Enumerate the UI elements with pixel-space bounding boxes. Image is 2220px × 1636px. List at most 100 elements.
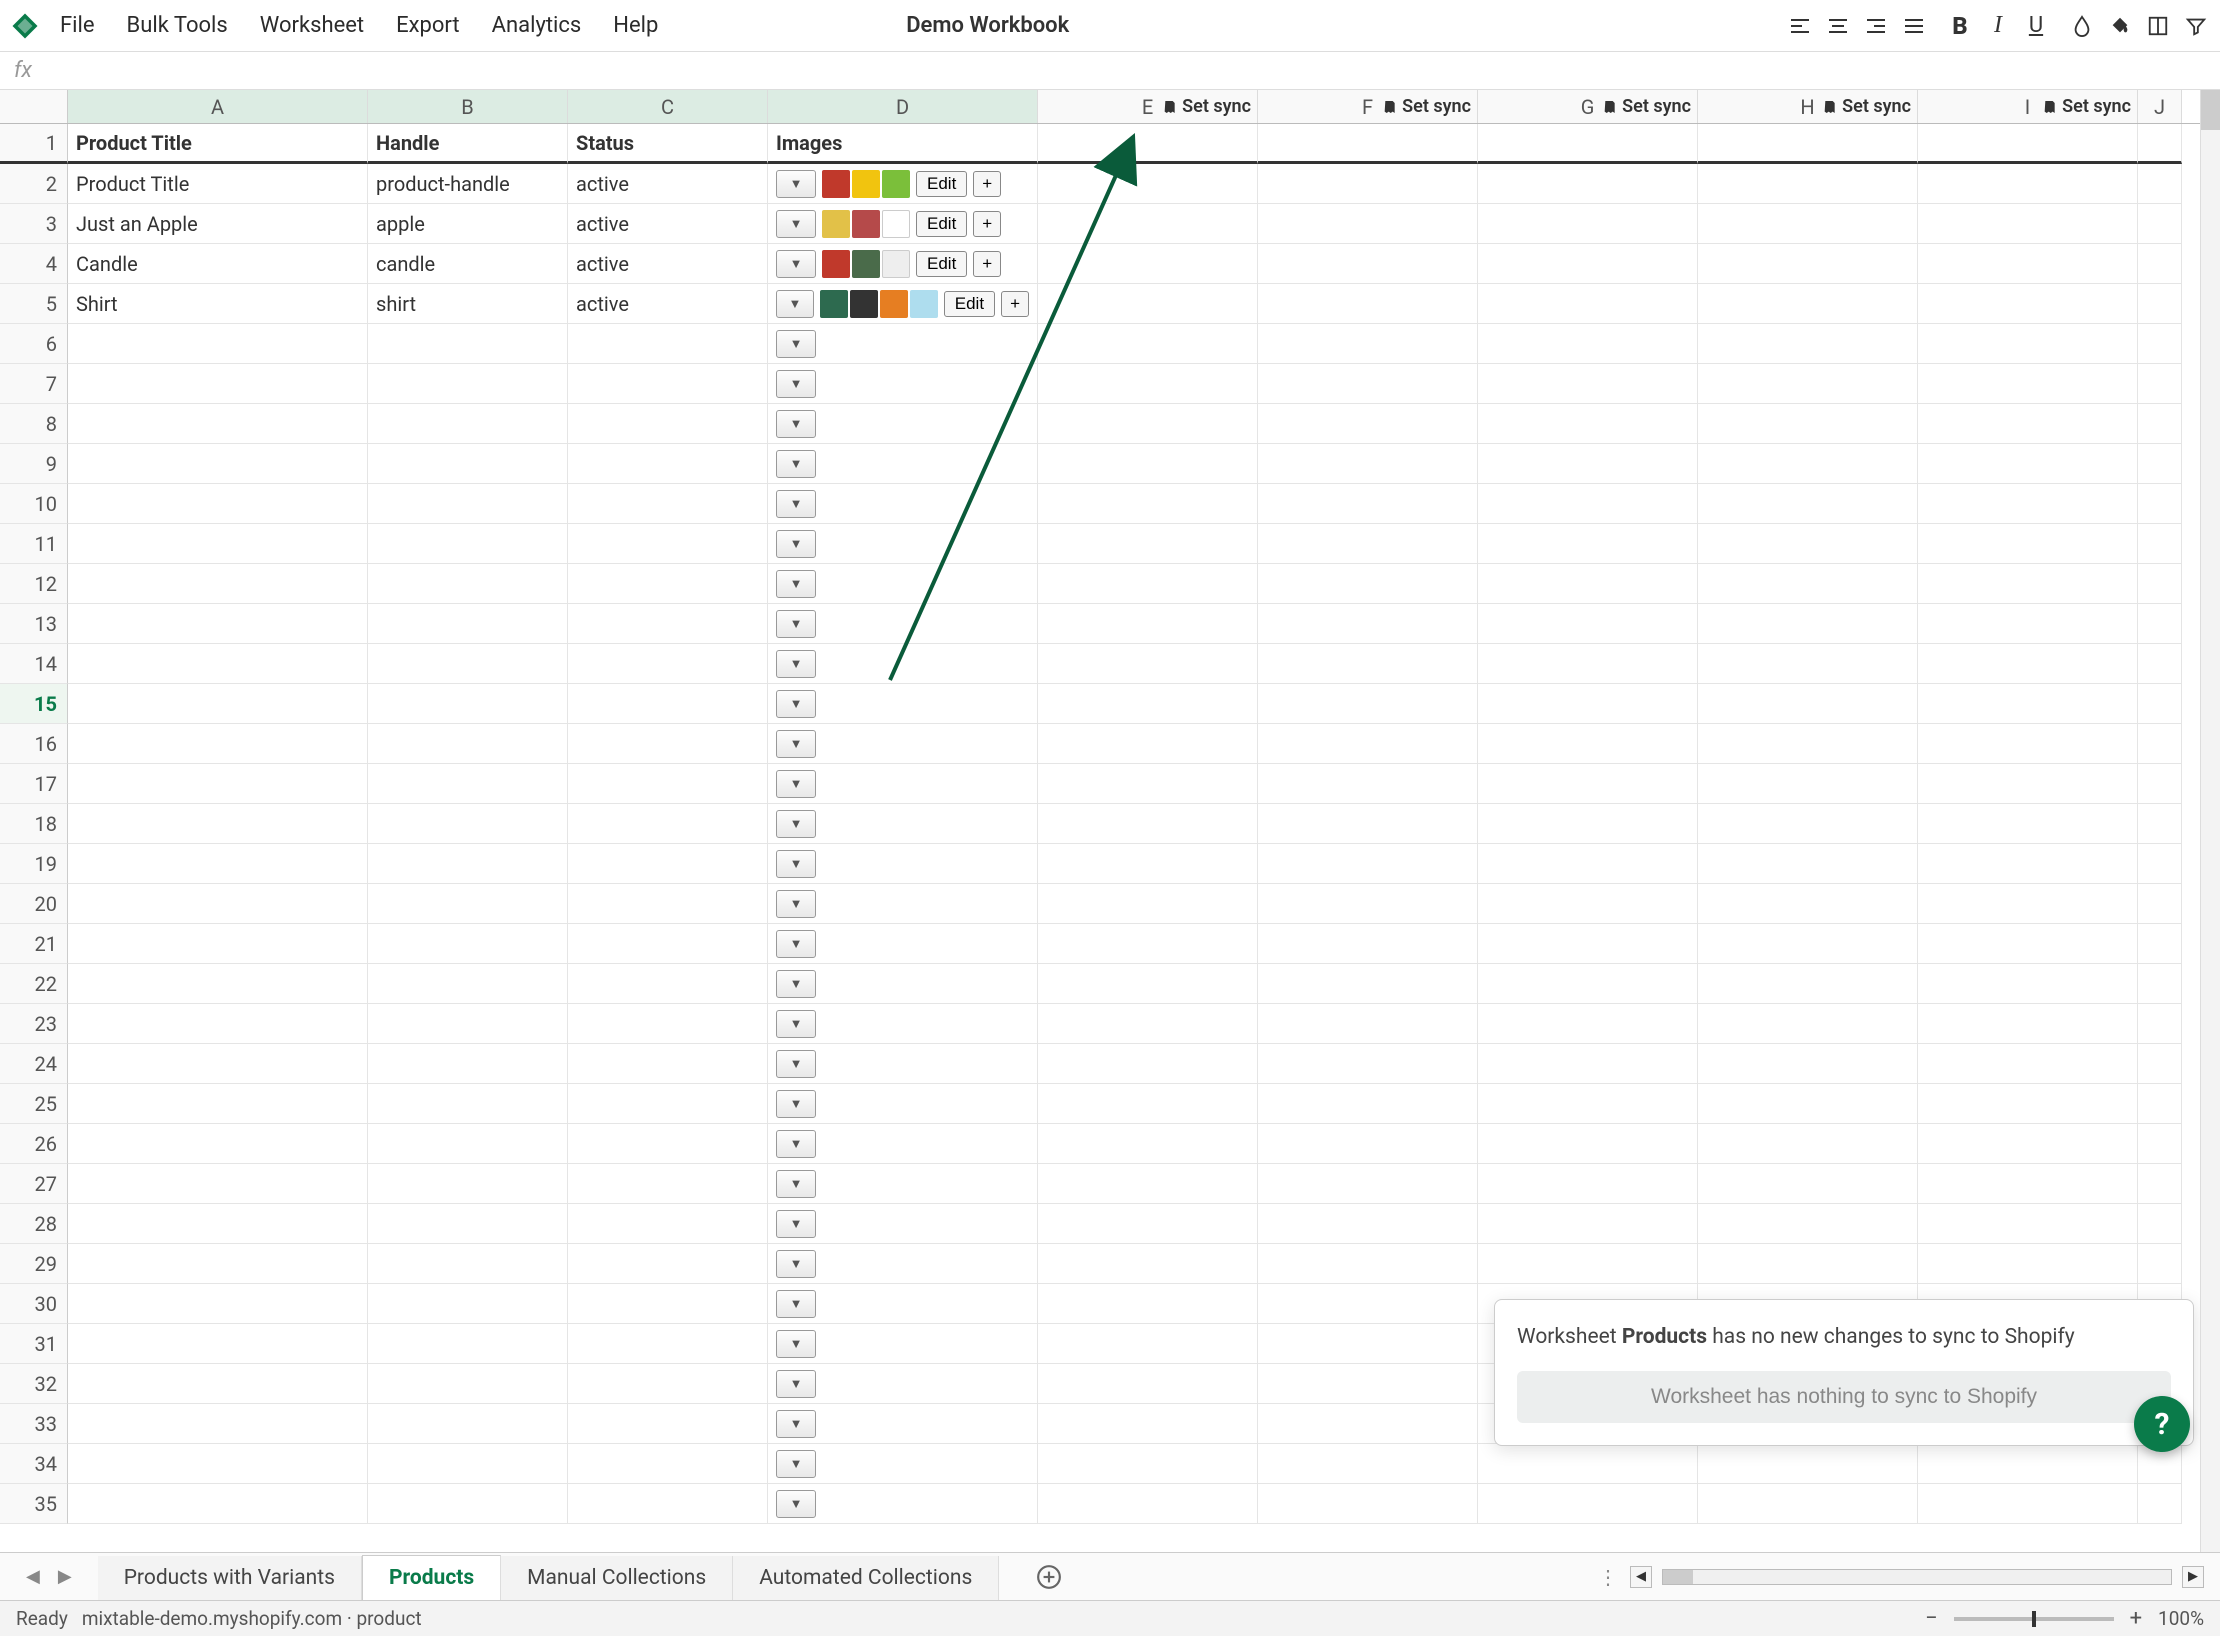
cell-empty[interactable] [568,1324,768,1364]
cell-empty[interactable] [368,764,568,804]
set-sync-badge[interactable]: Set sync [1162,96,1251,117]
cell-empty[interactable] [1038,1404,1258,1444]
row-header[interactable]: 22 [0,964,68,1004]
dropdown-toggle[interactable]: ▼ [776,1490,816,1518]
cell-handle[interactable]: product-handle [368,164,568,204]
cell-images[interactable]: ▼ [768,1244,1038,1284]
cell-empty[interactable] [1698,1124,1918,1164]
cell-empty[interactable] [2138,804,2182,844]
cell-empty[interactable] [1478,604,1698,644]
cell-empty[interactable] [1258,764,1478,804]
dropdown-toggle[interactable]: ▼ [776,250,816,278]
cell-empty[interactable] [568,1204,768,1244]
cell-images[interactable]: ▼ [768,1044,1038,1084]
cell-images[interactable]: ▼ [768,924,1038,964]
cell-empty[interactable] [1478,684,1698,724]
cell-images[interactable]: ▼ [768,884,1038,924]
cell-empty[interactable] [1038,564,1258,604]
help-fab[interactable]: ? [2134,1396,2190,1452]
cell-images[interactable]: ▼ [768,804,1038,844]
cell-empty[interactable] [2138,444,2182,484]
column-header-c[interactable]: C [568,90,768,123]
cell-empty[interactable] [1478,204,1698,244]
dropdown-toggle[interactable]: ▼ [776,210,816,238]
menu-file[interactable]: File [60,13,95,38]
cell-images[interactable]: ▼Edit+ [768,204,1038,244]
menu-worksheet[interactable]: Worksheet [260,13,364,38]
cell-empty[interactable] [368,604,568,644]
dropdown-toggle[interactable]: ▼ [776,370,816,398]
row-header[interactable]: 31 [0,1324,68,1364]
cell-empty[interactable] [1258,604,1478,644]
cell-empty[interactable] [2138,524,2182,564]
cell-empty[interactable] [2138,604,2182,644]
select-all-corner[interactable] [0,90,68,123]
cell-status[interactable]: active [568,164,768,204]
image-thumbnail[interactable] [882,210,910,238]
cell-empty[interactable] [2138,844,2182,884]
cell-empty[interactable] [1918,1044,2138,1084]
cell-title[interactable]: Just an Apple [68,204,368,244]
cell-empty[interactable] [568,1444,768,1484]
cell-empty[interactable] [68,1044,368,1084]
cell-empty[interactable] [568,844,768,884]
dropdown-toggle[interactable]: ▼ [776,610,816,638]
cell-empty[interactable] [368,444,568,484]
cell-images[interactable]: ▼Edit+ [768,244,1038,284]
cell-empty[interactable] [1698,724,1918,764]
cell-empty[interactable] [68,324,368,364]
cell-empty[interactable] [1038,844,1258,884]
cell-empty[interactable] [1038,1484,1258,1524]
cell-empty[interactable] [68,1124,368,1164]
cell-empty[interactable] [1698,1484,1918,1524]
cell-images[interactable]: ▼ [768,844,1038,884]
cell-empty[interactable] [1038,1324,1258,1364]
image-thumbnail[interactable] [880,290,908,318]
cell-empty[interactable] [1698,884,1918,924]
cell-empty[interactable] [368,924,568,964]
dropdown-toggle[interactable]: ▼ [776,1170,816,1198]
cell-empty[interactable] [568,1364,768,1404]
cell-empty[interactable] [1038,1364,1258,1404]
cell-empty[interactable] [68,1164,368,1204]
cell-images[interactable]: ▼ [768,324,1038,364]
cell-empty[interactable] [68,884,368,924]
cell-empty[interactable] [568,324,768,364]
header-cell[interactable]: Handle [368,124,568,164]
cell-empty[interactable] [1918,604,2138,644]
align-justify-icon[interactable] [1900,12,1928,40]
cell-empty[interactable] [68,684,368,724]
row-header[interactable]: 1 [0,124,68,164]
cell-empty[interactable] [1478,844,1698,884]
cell-empty[interactable] [1258,964,1478,1004]
row-header[interactable]: 29 [0,1244,68,1284]
cell-empty[interactable] [1698,564,1918,604]
cell-empty[interactable] [1038,524,1258,564]
image-thumbnail[interactable] [852,210,880,238]
cell-empty[interactable] [2138,164,2182,204]
cell-empty[interactable] [368,1044,568,1084]
dropdown-toggle[interactable]: ▼ [776,530,816,558]
column-header-d[interactable]: D [768,90,1038,123]
cell-empty[interactable] [568,804,768,844]
cell-empty[interactable] [1698,924,1918,964]
cell-empty[interactable] [1258,284,1478,324]
cell-empty[interactable] [68,484,368,524]
cell-images[interactable]: ▼ [768,364,1038,404]
cell-empty[interactable] [1038,804,1258,844]
cell-empty[interactable] [1258,684,1478,724]
cell-empty[interactable] [68,524,368,564]
cell-empty[interactable] [568,964,768,1004]
app-logo[interactable] [10,11,40,41]
dropdown-toggle[interactable]: ▼ [776,170,816,198]
cell-empty[interactable] [1698,1244,1918,1284]
cell-empty[interactable] [1698,964,1918,1004]
cell-empty[interactable] [368,1244,568,1284]
cell-empty[interactable] [1918,844,2138,884]
row-header[interactable]: 13 [0,604,68,644]
dropdown-toggle[interactable]: ▼ [776,1410,816,1438]
cell-images[interactable]: ▼ [768,1204,1038,1244]
edit-button[interactable]: Edit [916,251,967,277]
cell-empty[interactable] [1478,524,1698,564]
scroll-right-icon[interactable]: ▶ [2182,1566,2204,1588]
